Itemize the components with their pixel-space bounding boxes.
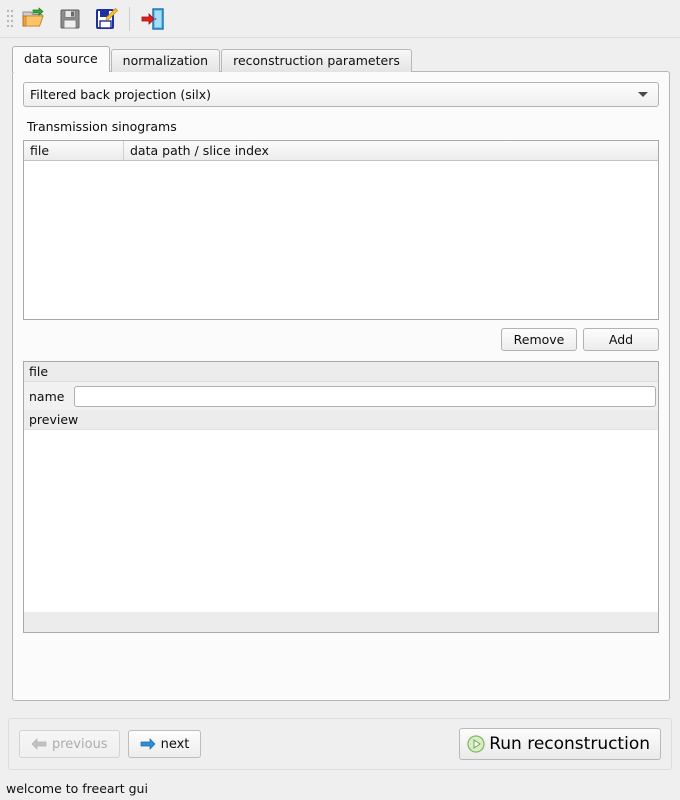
tab-normalization-label: normalization xyxy=(122,53,209,68)
tab-reconstruction-parameters-label: reconstruction parameters xyxy=(233,53,400,68)
add-button[interactable]: Add xyxy=(583,328,659,351)
sinograms-actions: Remove Add xyxy=(23,328,659,351)
file-group: file name preview xyxy=(23,361,659,633)
toolbar-drag-handle[interactable] xyxy=(4,6,12,32)
file-group-title: file xyxy=(24,362,658,382)
tab-normalization[interactable]: normalization xyxy=(110,49,221,72)
column-header-file: file xyxy=(24,141,124,160)
tab-reconstruction-parameters[interactable]: reconstruction parameters xyxy=(221,49,412,72)
save-as-icon xyxy=(96,7,118,29)
previous-button-label: previous xyxy=(52,736,108,752)
navigation-bar: previous next Run reconstruction xyxy=(8,718,672,770)
save-button[interactable] xyxy=(52,2,88,36)
column-header-data-path: data path / slice index xyxy=(130,143,269,158)
open-icon xyxy=(22,6,44,26)
next-button[interactable]: next xyxy=(127,730,202,758)
file-name-row: name xyxy=(24,382,658,410)
remove-button[interactable]: Remove xyxy=(501,328,577,351)
open-button[interactable] xyxy=(16,2,52,36)
toolbar xyxy=(0,0,680,38)
save-as-button[interactable] xyxy=(88,2,124,36)
preview-area[interactable] xyxy=(24,429,658,612)
sinograms-table-header: file data path / slice index xyxy=(24,141,658,161)
arrow-right-icon xyxy=(140,738,156,750)
tab-data-source[interactable]: data source xyxy=(12,46,110,72)
toolbar-separator xyxy=(129,6,130,31)
status-bar: welcome to freeart gui xyxy=(0,778,680,800)
save-icon xyxy=(60,9,80,28)
transmission-sinograms-label: Transmission sinograms xyxy=(27,119,177,134)
run-reconstruction-label: Run reconstruction xyxy=(489,734,650,754)
file-name-input[interactable] xyxy=(74,385,656,407)
sinograms-table[interactable]: file data path / slice index xyxy=(23,140,659,320)
chevron-down-icon xyxy=(638,92,648,97)
sinograms-table-body[interactable] xyxy=(24,161,658,319)
file-name-label: name xyxy=(29,388,65,404)
run-reconstruction-button[interactable]: Run reconstruction xyxy=(459,728,661,760)
reconstruction-method-select[interactable]: Filtered back projection (silx) xyxy=(23,82,659,107)
reconstruction-method-value: Filtered back projection (silx) xyxy=(30,87,211,102)
preview-footer xyxy=(24,612,658,632)
tab-bar: data source normalization reconstruction… xyxy=(12,46,670,72)
tab-bar-wrapper: data source normalization reconstruction… xyxy=(12,46,670,72)
play-icon xyxy=(467,735,485,753)
preview-label: preview xyxy=(24,410,658,429)
tab-data-source-label: data source xyxy=(24,51,98,66)
previous-button[interactable]: previous xyxy=(19,730,120,758)
data-source-panel: Filtered back projection (silx) Transmis… xyxy=(12,71,670,701)
exit-icon xyxy=(141,7,164,30)
exit-button[interactable] xyxy=(135,2,171,36)
next-button-label: next xyxy=(160,736,190,752)
arrow-left-icon xyxy=(31,738,47,750)
